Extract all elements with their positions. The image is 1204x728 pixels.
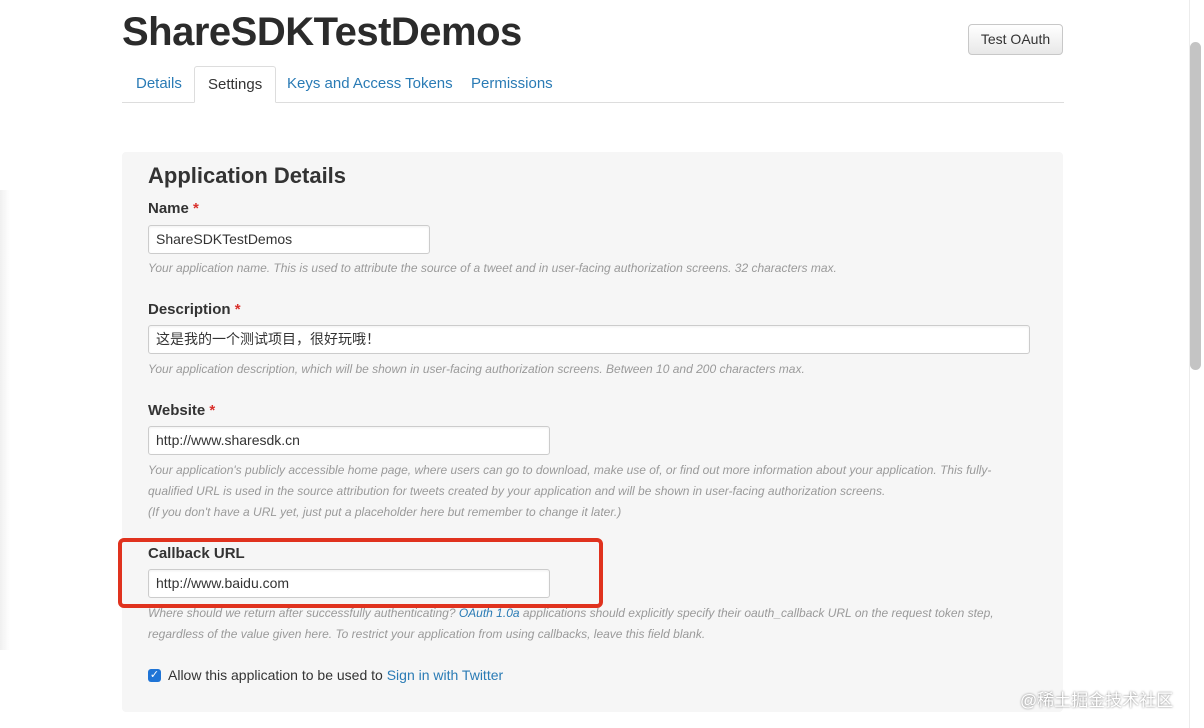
callback-help-part: Where should we return after successfull… bbox=[148, 606, 459, 620]
callback-highlight-annotation bbox=[118, 538, 603, 608]
name-input[interactable]: ShareSDKTestDemos bbox=[148, 225, 430, 254]
description-help-text: Your application description, which will… bbox=[148, 362, 805, 376]
callback-help-line: regardless of the value given here. To r… bbox=[148, 627, 706, 641]
tab-settings[interactable]: Settings bbox=[194, 66, 277, 103]
tab-keys-and-access-tokens[interactable]: Keys and Access Tokens bbox=[274, 66, 466, 103]
window-edge-shadow bbox=[0, 190, 10, 650]
scrollbar-thumb[interactable] bbox=[1190, 42, 1201, 370]
signin-label: Allow this application to be used to Sig… bbox=[168, 667, 503, 683]
test-oauth-button[interactable]: Test OAuth bbox=[968, 24, 1063, 55]
watermark: @稀土掘金技术社区 bbox=[1020, 691, 1174, 710]
signin-label-text: Allow this application to be used to bbox=[168, 667, 387, 683]
website-input[interactable]: http://www.sharesdk.cn bbox=[148, 426, 550, 455]
callback-help-text: Where should we return after successfull… bbox=[148, 603, 994, 645]
description-input[interactable]: 这是我的一个测试项目，很好玩哦！ bbox=[148, 325, 1030, 354]
required-marker: * bbox=[209, 402, 216, 419]
name-label: Name * bbox=[148, 200, 199, 217]
app-title: ShareSDKTestDemos bbox=[122, 10, 522, 54]
website-help-line: (If you don't have a URL yet, just put a… bbox=[148, 505, 622, 519]
callback-help-part: applications should explicitly specify t… bbox=[519, 606, 994, 620]
name-help-text: Your application name. This is used to a… bbox=[148, 261, 837, 275]
required-marker: * bbox=[234, 301, 241, 318]
sign-in-with-twitter-link[interactable]: Sign in with Twitter bbox=[387, 667, 503, 683]
oauth-1-0a-link[interactable]: OAuth 1.0a bbox=[459, 606, 520, 620]
website-label-text: Website bbox=[148, 402, 206, 419]
website-help-text: Your application's publicly accessible h… bbox=[148, 460, 991, 523]
name-label-text: Name bbox=[148, 200, 189, 217]
tab-permissions[interactable]: Permissions bbox=[458, 66, 566, 103]
required-marker: * bbox=[193, 200, 199, 217]
description-label: Description * bbox=[148, 301, 241, 318]
website-help-line: qualified URL is used in the source attr… bbox=[148, 484, 886, 498]
section-title: Application Details bbox=[148, 163, 347, 188]
website-label: Website * bbox=[148, 402, 215, 419]
signin-checkbox[interactable]: ✓ bbox=[148, 669, 161, 682]
description-label-text: Description bbox=[148, 301, 231, 318]
tab-details[interactable]: Details bbox=[123, 66, 195, 103]
website-help-line: Your application's publicly accessible h… bbox=[148, 463, 992, 477]
